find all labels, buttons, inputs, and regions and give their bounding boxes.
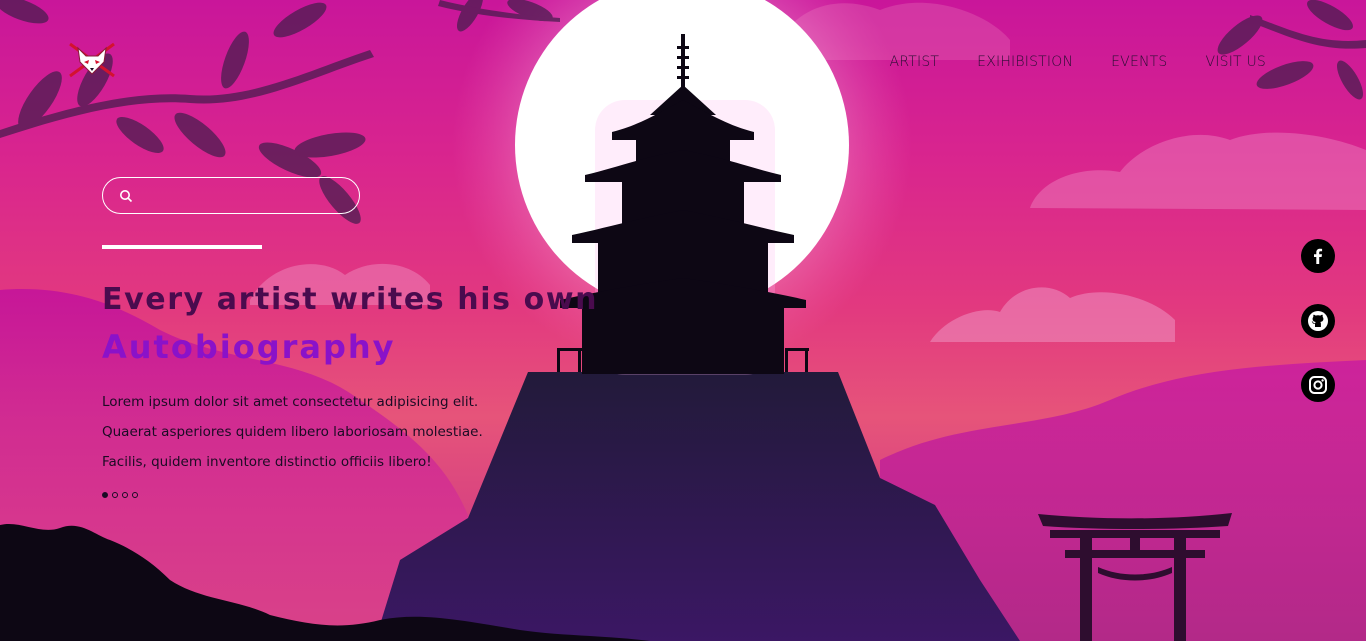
nav-artist-link[interactable]: ARTIST — [890, 54, 940, 70]
instagram-icon — [1309, 376, 1327, 394]
slide-dot-4[interactable] — [132, 492, 138, 498]
slide-dot-2[interactable] — [112, 492, 118, 498]
nav-exhibition-link[interactable]: EXIHIBISTION — [977, 54, 1073, 70]
hero-description: Lorem ipsum dolor sit amet consectetur a… — [102, 392, 522, 482]
hero-stage: ARTIST EXIHIBISTION EVENTS VISIT US Ever… — [0, 0, 1366, 641]
hero-heading-accent: Autobiography — [102, 328, 396, 366]
github-icon — [1308, 311, 1328, 331]
slide-dot-1[interactable] — [102, 492, 108, 498]
facebook-icon — [1314, 248, 1323, 264]
fox-mask-logo-icon[interactable] — [68, 40, 116, 80]
hero-heading: Every artist writes his own — [102, 282, 599, 317]
search-box — [102, 177, 360, 214]
hero-description-line: Lorem ipsum dolor sit amet consectetur a… — [102, 394, 479, 410]
slide-indicator — [102, 492, 138, 498]
nav-visit-us-link[interactable]: VISIT US — [1206, 54, 1266, 70]
search-input[interactable] — [145, 184, 349, 208]
accent-divider — [102, 245, 262, 249]
search-icon — [120, 190, 133, 203]
slide-dot-3[interactable] — [122, 492, 128, 498]
facebook-button[interactable] — [1301, 239, 1335, 273]
instagram-button[interactable] — [1301, 368, 1335, 402]
hero-description-line: Facilis, quidem inventore distinctio off… — [102, 454, 432, 470]
github-button[interactable] — [1301, 304, 1335, 338]
hero-description-line: Quaerat asperiores quidem libero laborio… — [102, 424, 483, 440]
nav-events-link[interactable]: EVENTS — [1111, 54, 1167, 70]
main-nav: ARTIST EXIHIBISTION EVENTS VISIT US — [890, 54, 1266, 70]
background-illustration — [0, 0, 1366, 641]
